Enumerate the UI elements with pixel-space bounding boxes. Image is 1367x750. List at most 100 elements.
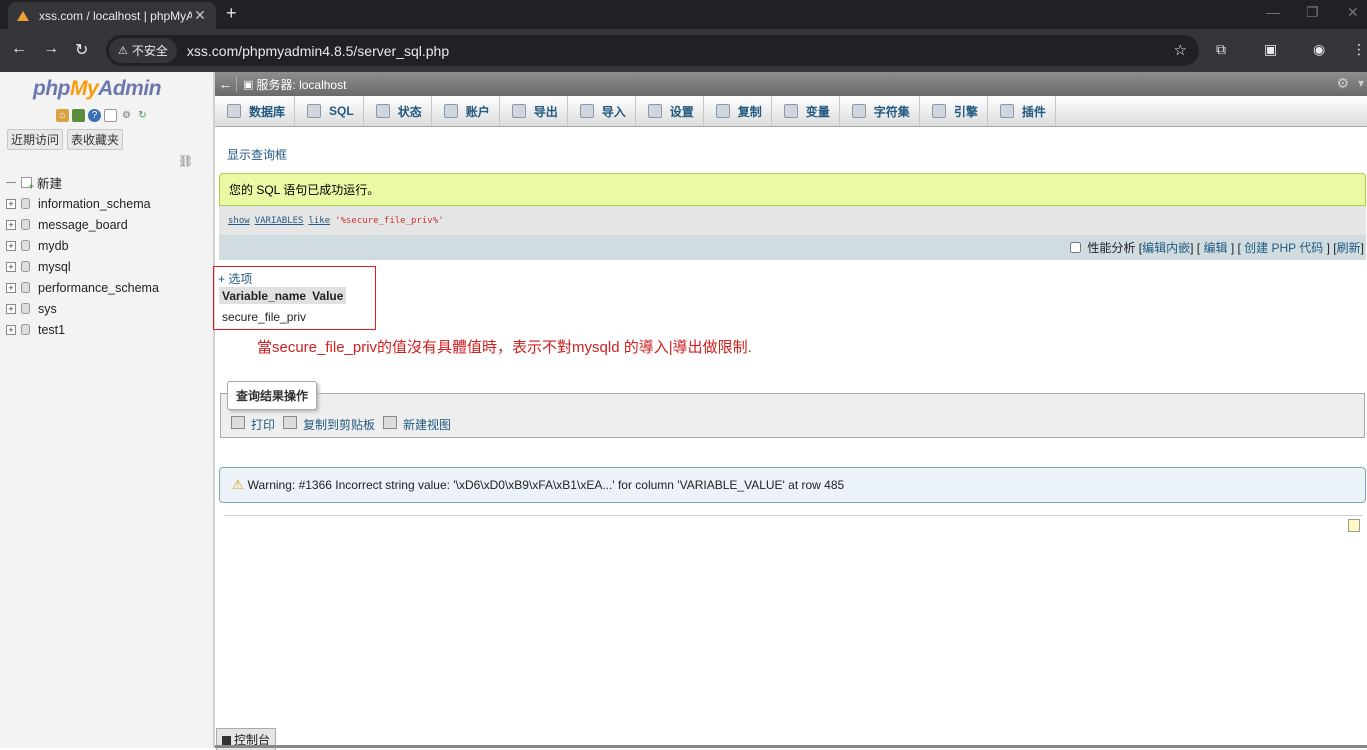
server-icon: ▣ [243, 78, 254, 91]
maximize-icon[interactable]: ❐ [1306, 4, 1319, 21]
expand-icon[interactable]: + [6, 240, 16, 251]
home-icon[interactable]: ⌂ [56, 109, 69, 122]
settings-wrench-icon [647, 104, 662, 118]
create-php-link[interactable]: 创建 PHP 代码 [1244, 239, 1323, 256]
tab-import[interactable]: 导入 [568, 96, 636, 126]
database-icon [21, 240, 30, 251]
recent-tab[interactable]: 近期访问 [7, 129, 64, 150]
profiling-checkbox[interactable] [1070, 242, 1082, 253]
tab-plugins[interactable]: 插件 [988, 96, 1056, 126]
expand-icon[interactable]: + [6, 261, 16, 272]
tree-item-label: 新建 [37, 177, 63, 191]
database-icon [21, 324, 30, 335]
nav-resizer[interactable] [213, 72, 215, 748]
tree-item-performance-schema[interactable]: + performance_schema [6, 277, 159, 298]
docs-icon[interactable] [104, 109, 117, 122]
tab-title: xss.com / localhost | phpMyA [39, 8, 192, 23]
browser-tab[interactable]: xss.com / localhost | phpMyA ✕ [8, 2, 216, 29]
notes-icon[interactable] [1348, 519, 1360, 532]
tab-engines[interactable]: 引擎 [920, 96, 988, 126]
top-menu: 数据库 SQL 状态 账户 导出 导入 设置 复制 变量 字符集 引擎 插件 [215, 96, 1367, 127]
tree-item-label: information_schema [38, 196, 151, 211]
bookmark-star-icon[interactable]: ☆ [1174, 41, 1187, 59]
column-header-variable-name[interactable]: Variable_name [219, 287, 310, 304]
reload-icon[interactable]: ↻ [75, 40, 88, 60]
sql-keyword-like[interactable]: like [308, 216, 330, 226]
tab-charsets[interactable]: 字符集 [840, 96, 920, 126]
reload-nav-icon[interactable]: ↻ [136, 109, 149, 122]
tree-item-label: performance_schema [38, 280, 159, 295]
sql-keyword-variables[interactable]: VARIABLES [255, 216, 304, 226]
new-database-icon [21, 177, 34, 191]
tree-item-test1[interactable]: + test1 [6, 319, 159, 340]
security-chip[interactable]: ⚠ 不安全 [109, 38, 177, 63]
tree-item-message-board[interactable]: + message_board [6, 214, 159, 235]
profile-icon[interactable]: ◉ [1313, 41, 1325, 58]
expand-icon[interactable]: + [6, 198, 16, 209]
forward-icon[interactable]: → [43, 40, 59, 58]
menu-dropdown-icon[interactable]: ▾ [1358, 76, 1364, 90]
cell-value[interactable] [309, 304, 346, 328]
query-results-operations-legend: 查询结果操作 [227, 381, 318, 410]
tab-settings[interactable]: 设置 [636, 96, 704, 126]
tab-status[interactable]: 状态 [364, 96, 432, 126]
tree-item-new[interactable]: 新建 [6, 172, 159, 193]
phpmyadmin-logo[interactable]: phpMyAdmin [33, 77, 161, 101]
cell-variable-name: secure_file_priv [222, 310, 307, 324]
show-query-box-link[interactable]: 显示查询框 [227, 146, 287, 163]
settings-icon[interactable]: ⚙ [120, 109, 133, 122]
tab-replication[interactable]: 复制 [704, 96, 772, 126]
address-bar: ← → ↻ ⚠ 不安全 xss.com/phpmyadmin4.8.5/serv… [0, 29, 1367, 72]
column-header-value[interactable]: Value [309, 287, 347, 304]
database-icon [21, 282, 30, 293]
refresh-link[interactable]: 刷新 [1337, 239, 1361, 256]
tab-sql[interactable]: SQL [295, 96, 364, 126]
print-link[interactable]: 打印 [251, 416, 275, 433]
extensions-icon[interactable]: ⧉ [1216, 41, 1226, 58]
window-close-icon[interactable]: ✕ [1347, 4, 1359, 21]
back-icon[interactable]: ← [11, 40, 27, 58]
server-title[interactable]: 服务器: localhost [256, 76, 346, 93]
expand-icon[interactable]: + [6, 219, 16, 230]
tab-export[interactable]: 导出 [500, 96, 568, 126]
minimize-icon[interactable]: — [1266, 4, 1280, 20]
navigation-panel: phpMyAdmin ⌂ ? ⚙ ↻ 近期访问 表收藏夹 ⛓ 新建 + info… [0, 72, 213, 748]
tree-item-sys[interactable]: + sys [6, 298, 159, 319]
omnibox[interactable]: ⚠ 不安全 xss.com/phpmyadmin4.8.5/server_sql… [106, 35, 1199, 66]
page-settings-icon[interactable]: ⚙ [1336, 75, 1349, 92]
tree-item-information-schema[interactable]: + information_schema [6, 193, 159, 214]
sql-string: '%secure_file_priv%' [335, 215, 444, 226]
link-icon[interactable]: ⛓ [178, 154, 193, 168]
server-breadcrumb: ← ▣ 服务器: localhost ⚙ ▾ [215, 72, 1367, 96]
copy-to-clipboard-link[interactable]: 复制到剪贴板 [303, 416, 375, 433]
collapse-nav-icon[interactable]: ← [215, 76, 237, 92]
tree-item-mysql[interactable]: + mysql [6, 256, 159, 277]
expand-icon[interactable]: + [6, 303, 16, 314]
edit-link[interactable]: 编辑 [1203, 239, 1227, 256]
export-icon [511, 104, 526, 118]
help-icon[interactable]: ? [88, 109, 101, 122]
url-text[interactable]: xss.com/phpmyadmin4.8.5/server_sql.php [187, 43, 449, 59]
security-label: 不安全 [131, 44, 168, 58]
tab-variables[interactable]: 变量 [772, 96, 840, 126]
expand-icon[interactable]: + [6, 282, 16, 293]
sql-icon [307, 104, 322, 118]
create-view-link[interactable]: 新建视图 [403, 416, 451, 433]
options-toggle[interactable]: + 选项 [218, 270, 252, 287]
plugins-icon [999, 104, 1014, 118]
query-ops-links: 打印 复制到剪贴板 新建视图 [231, 416, 456, 433]
tab-accounts[interactable]: 账户 [432, 96, 500, 126]
expand-icon[interactable]: + [6, 324, 16, 335]
sidepanel-icon[interactable]: ▣ [1264, 41, 1277, 58]
edit-inline-link[interactable]: 编辑内嵌 [1142, 239, 1190, 256]
tab-databases[interactable]: 数据库 [215, 96, 296, 126]
nav-icon-row: ⌂ ? ⚙ ↻ [56, 109, 149, 122]
sql-keyword-show[interactable]: show [228, 216, 250, 226]
new-tab-button[interactable]: + [226, 3, 237, 24]
tree-item-mydb[interactable]: + mydb [6, 235, 159, 256]
tab-close-icon[interactable]: ✕ [192, 7, 208, 24]
menu-icon[interactable]: ⋮ [1352, 41, 1366, 58]
database-server-icon[interactable] [72, 109, 85, 122]
favorites-tab[interactable]: 表收藏夹 [67, 129, 124, 150]
divider [224, 515, 1362, 516]
